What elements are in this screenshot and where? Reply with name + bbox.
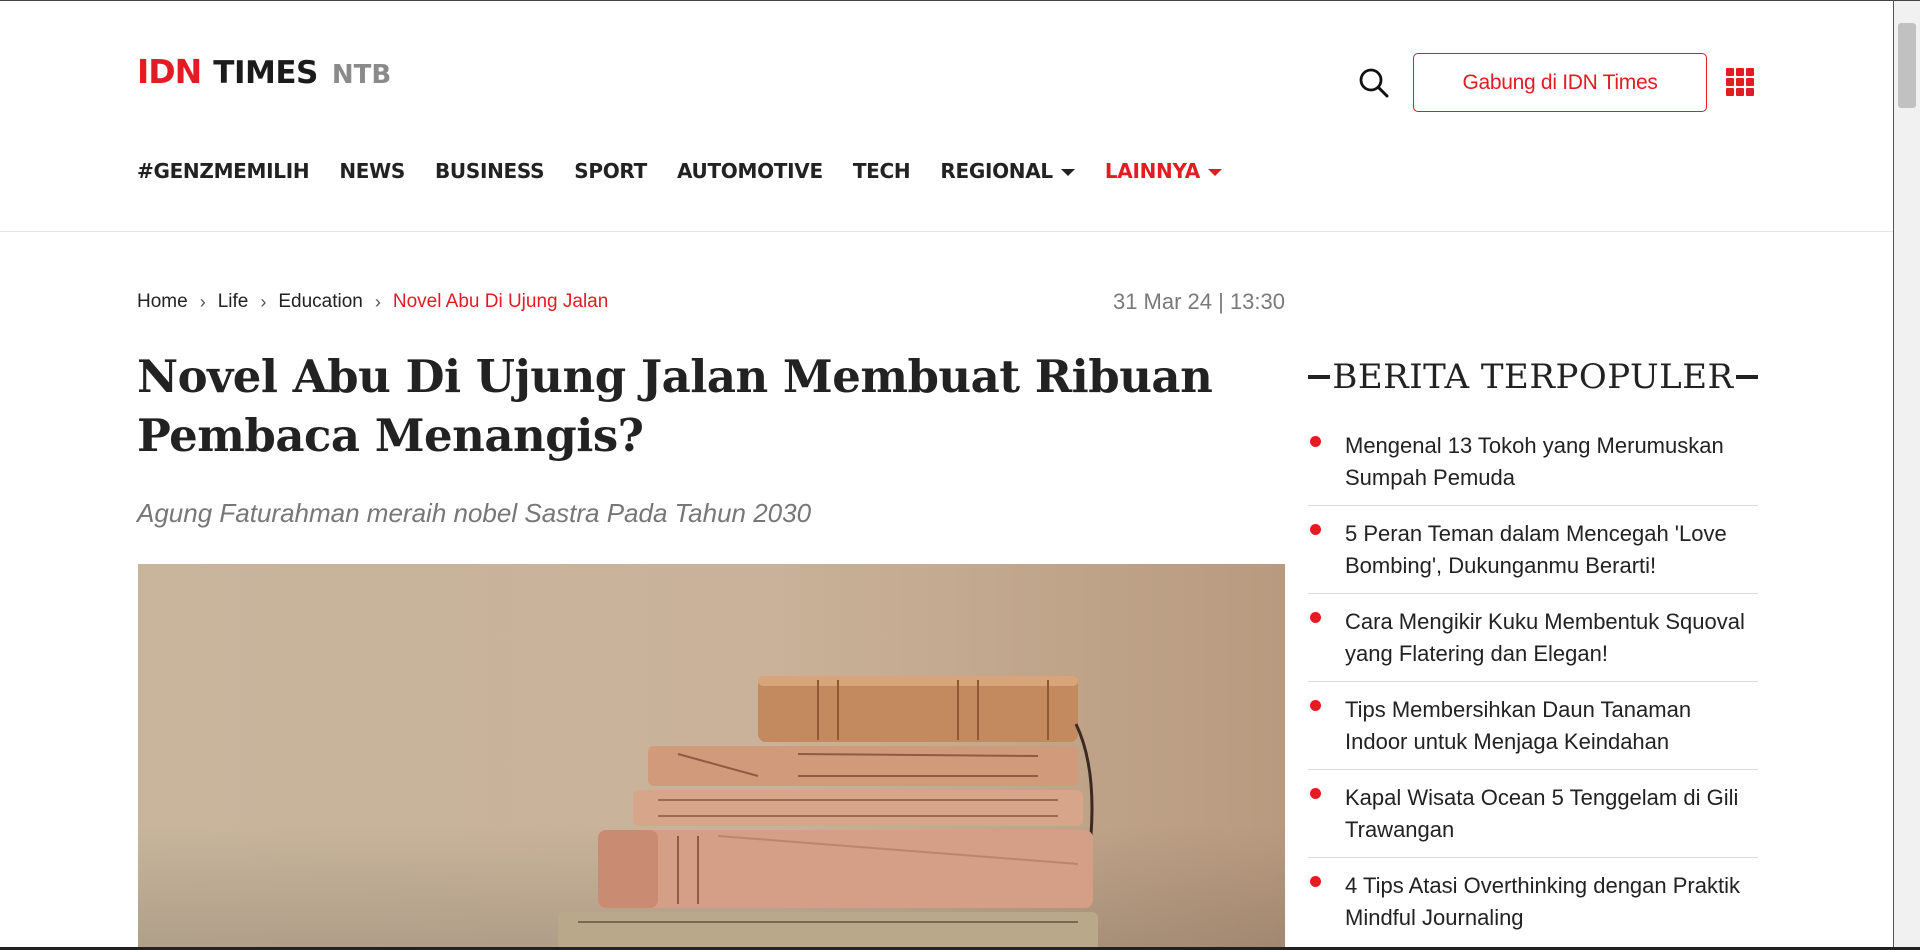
popular-news-title: BERITA TERPOPULER: [1332, 357, 1734, 397]
popular-news-item[interactable]: 5 Peran Teman dalam Mencegah 'Love Bombi…: [1308, 506, 1758, 594]
nav-item-news[interactable]: NEWS: [339, 159, 405, 183]
search-button[interactable]: [1357, 66, 1391, 100]
popular-news-link[interactable]: Kapal Wisata Ocean 5 Tenggelam di Gili T…: [1345, 782, 1758, 846]
breadcrumb-life[interactable]: Life: [218, 291, 249, 313]
nav-item-business[interactable]: BUSINESS: [435, 159, 545, 183]
nav-item-lainnya[interactable]: LAINNYA: [1105, 159, 1222, 183]
main-nav: #GENZMEMILIH NEWS BUSINESS SPORT AUTOMOT…: [137, 156, 1252, 186]
breadcrumb-separator: ›: [260, 291, 267, 312]
popular-news-link[interactable]: 5 Peran Teman dalam Mencegah 'Love Bombi…: [1345, 518, 1758, 582]
popular-news-link[interactable]: Mengenal 13 Tokoh yang Merumuskan Sumpah…: [1345, 430, 1758, 494]
header-dash-left: [1308, 375, 1330, 379]
bullet-dot-icon: [1310, 700, 1321, 711]
stack-of-books-photo: [138, 564, 1285, 947]
popular-news-item[interactable]: Mengenal 13 Tokoh yang Merumuskan Sumpah…: [1308, 418, 1758, 506]
nav-item-genzmemilih[interactable]: #GENZMEMILIH: [137, 159, 310, 183]
scrollbar-thumb[interactable]: [1898, 23, 1916, 108]
bullet-dot-icon: [1310, 612, 1321, 623]
nav-item-regional[interactable]: REGIONAL: [940, 159, 1075, 183]
apps-grid-icon[interactable]: [1726, 68, 1754, 96]
popular-news-item[interactable]: Tips Membersihkan Daun Tanaman Indoor un…: [1308, 682, 1758, 770]
popular-news-item[interactable]: Kapal Wisata Ocean 5 Tenggelam di Gili T…: [1308, 770, 1758, 858]
logo-region: NTB: [331, 60, 392, 90]
bullet-dot-icon: [1310, 524, 1321, 535]
popular-news-link[interactable]: 4 Tips Atasi Overthinking dengan Praktik…: [1345, 870, 1758, 934]
page-scrollbar[interactable]: [1894, 1, 1920, 947]
header-divider: [0, 231, 1893, 232]
logo-name: TIMES: [213, 55, 318, 91]
popular-news-list: Mengenal 13 Tokoh yang Merumuskan Sumpah…: [1308, 418, 1758, 946]
article-hero-image: [138, 564, 1285, 947]
breadcrumb-home[interactable]: Home: [137, 291, 188, 313]
header-dash-right: [1735, 375, 1758, 379]
join-idn-times-button[interactable]: Gabung di IDN Times: [1413, 53, 1707, 112]
article-subtitle: Agung Faturahman meraih nobel Sastra Pad…: [137, 498, 812, 528]
nav-item-sport[interactable]: SPORT: [574, 159, 647, 183]
popular-news-item[interactable]: Cara Mengikir Kuku Membentuk Squoval yan…: [1308, 594, 1758, 682]
popular-news-link[interactable]: Cara Mengikir Kuku Membentuk Squoval yan…: [1345, 606, 1758, 670]
site-logo[interactable]: IDN TIMES NTB: [137, 52, 391, 91]
bullet-dot-icon: [1310, 788, 1321, 799]
search-icon: [1359, 68, 1389, 98]
article-title: Novel Abu Di Ujung Jalan Membuat Ribuan …: [137, 350, 1213, 462]
popular-news-link[interactable]: Tips Membersihkan Daun Tanaman Indoor un…: [1345, 694, 1758, 758]
breadcrumb: Home › Life › Education › Novel Abu Di U…: [137, 291, 608, 313]
popular-news-header: BERITA TERPOPULER: [1308, 355, 1758, 399]
popular-news-item[interactable]: 4 Tips Atasi Overthinking dengan Praktik…: [1308, 858, 1758, 946]
bullet-dot-icon: [1310, 876, 1321, 887]
article-date: 31 Mar 24 | 13:30: [1112, 289, 1285, 314]
logo-brand: IDN: [137, 52, 202, 91]
chevron-down-icon: [1207, 168, 1222, 176]
breadcrumb-separator: ›: [374, 291, 381, 312]
bullet-dot-icon: [1310, 436, 1321, 447]
window-right-border: [1893, 0, 1894, 950]
chevron-down-icon: [1060, 168, 1075, 176]
nav-item-automotive[interactable]: AUTOMOTIVE: [677, 159, 823, 183]
breadcrumb-education[interactable]: Education: [278, 291, 363, 313]
window-top-border: [0, 0, 1920, 1]
breadcrumb-current[interactable]: Novel Abu Di Ujung Jalan: [393, 291, 608, 313]
nav-item-tech[interactable]: TECH: [853, 159, 911, 183]
breadcrumb-separator: ›: [199, 291, 206, 312]
